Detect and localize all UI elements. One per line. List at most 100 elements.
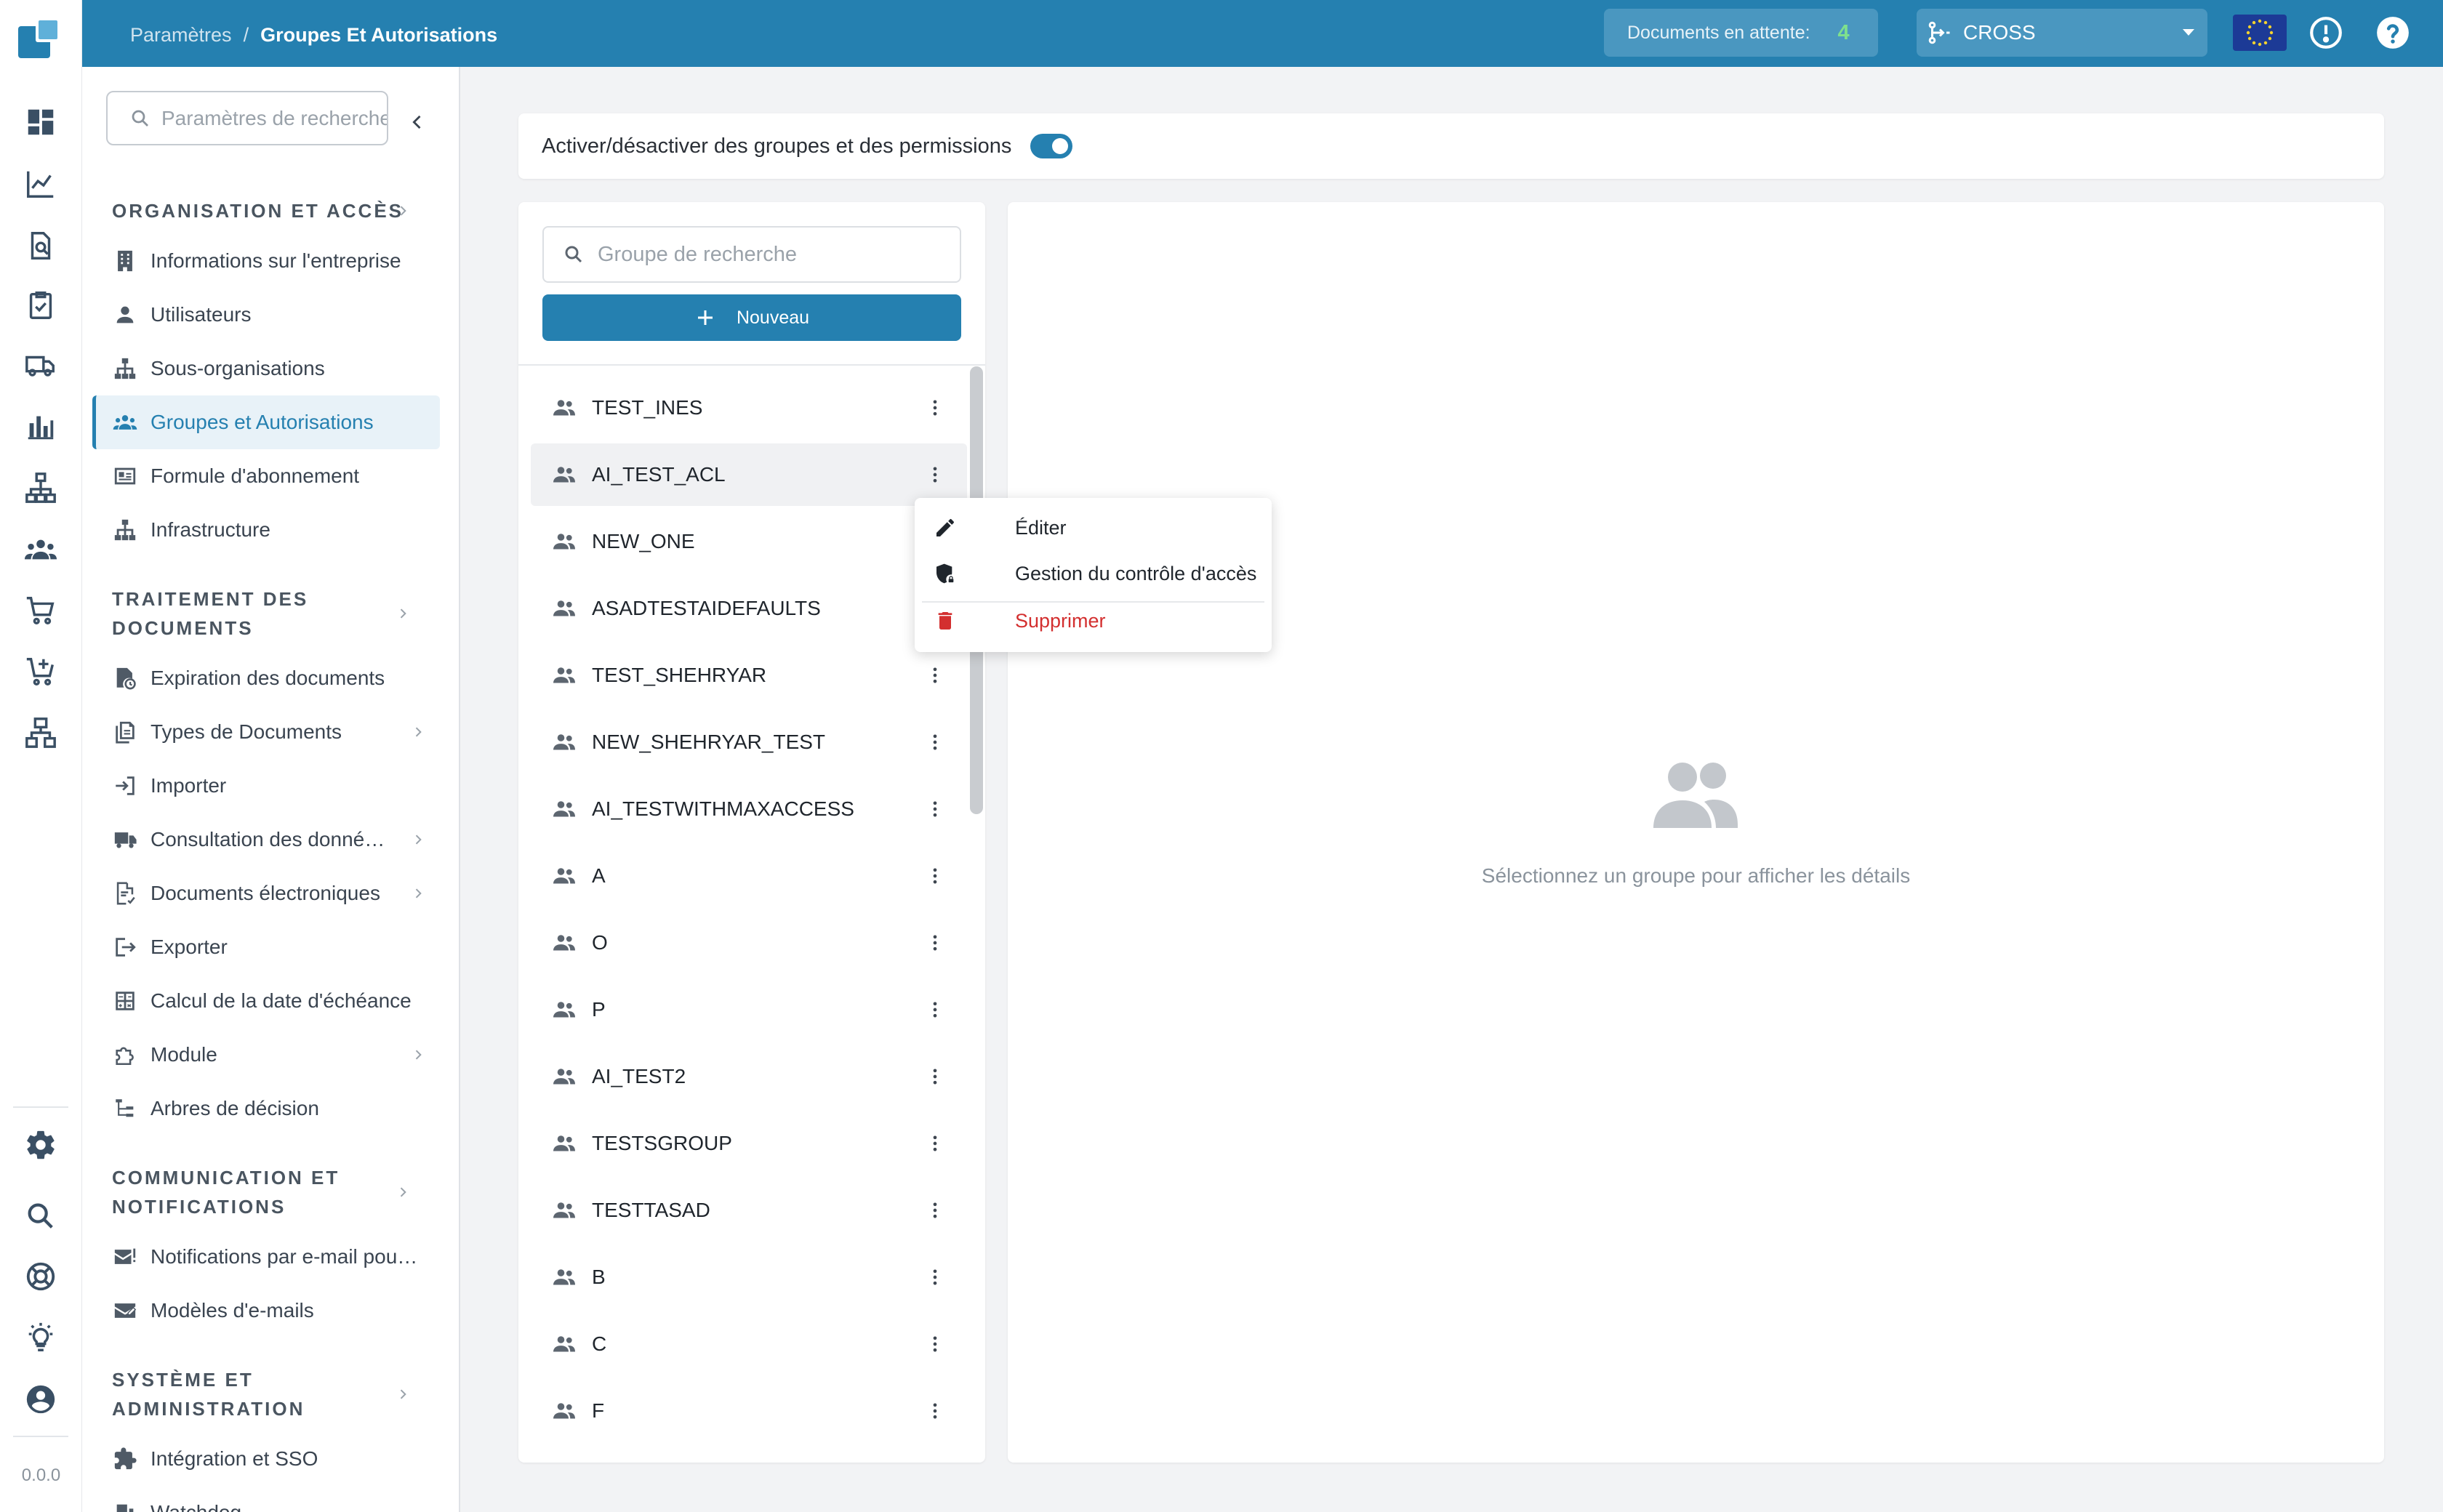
new-group-button[interactable]: Nouveau xyxy=(542,294,961,341)
groups-permissions-toggle[interactable] xyxy=(1030,134,1073,158)
tenant-select[interactable]: CROSS xyxy=(1917,9,2207,57)
more-vertical-icon[interactable] xyxy=(925,1401,945,1421)
dashboard-icon[interactable] xyxy=(20,102,61,142)
group-row[interactable]: B xyxy=(531,1246,967,1308)
nav-item-groups-permissions[interactable]: Groupes et Autorisations xyxy=(92,395,440,449)
more-vertical-icon[interactable] xyxy=(925,1334,945,1354)
group-icon xyxy=(553,1336,575,1352)
more-vertical-icon[interactable] xyxy=(925,799,945,819)
group-row[interactable]: AI_TESTWITHMAXACCESS xyxy=(531,778,967,840)
account-icon[interactable] xyxy=(20,1379,61,1420)
pending-documents-badge[interactable]: Documents en attente: 4 xyxy=(1604,9,1878,57)
import-icon xyxy=(116,776,135,795)
nav-item-import[interactable]: Importer xyxy=(92,759,440,813)
group-row[interactable]: F xyxy=(531,1380,967,1442)
app-logo[interactable] xyxy=(18,16,63,61)
nav-item-label: Sous-organisations xyxy=(151,357,325,379)
group-row[interactable]: ASADTESTAIDEFAULTS xyxy=(531,577,967,640)
more-vertical-icon[interactable] xyxy=(925,732,945,752)
search-icon[interactable] xyxy=(20,1196,61,1236)
search-icon xyxy=(565,246,582,263)
network-icon[interactable] xyxy=(20,712,61,753)
calculator-icon xyxy=(116,992,135,1010)
nav-item-email-notifications[interactable]: Notifications par e-mail pou… xyxy=(92,1230,440,1284)
nav-item-infrastructure[interactable]: Infrastructure xyxy=(92,503,440,557)
nav-item-export[interactable]: Exporter xyxy=(92,920,440,974)
nav-item-company-info[interactable]: Informations sur l'entreprise xyxy=(92,234,440,288)
eu-flag-icon[interactable] xyxy=(2233,15,2287,51)
more-vertical-icon[interactable] xyxy=(925,1267,945,1287)
group-row[interactable]: TEST_SHEHRYAR xyxy=(531,644,967,707)
nav-item-module[interactable]: Module xyxy=(92,1028,440,1082)
nav-item-watchdog[interactable]: Watchdog xyxy=(92,1486,440,1512)
chevron-down-icon xyxy=(2183,29,2194,36)
section-document-processing[interactable]: TRAITEMENT DES DOCUMENTS xyxy=(112,584,417,643)
nav-item-data-consultation[interactable]: Consultation des donné… xyxy=(92,813,440,866)
more-vertical-icon[interactable] xyxy=(925,1200,945,1221)
people-icon[interactable] xyxy=(20,529,61,570)
nav-item-users[interactable]: Utilisateurs xyxy=(92,288,440,342)
nav-item-sub-organisations[interactable]: Sous-organisations xyxy=(92,342,440,395)
group-row[interactable]: TEST_INES xyxy=(531,377,967,439)
lifebuoy-icon[interactable] xyxy=(20,1256,61,1297)
group-row[interactable]: AI_TEST_ACL xyxy=(531,443,967,506)
nav-item-label: Module xyxy=(151,1043,217,1066)
nav-item-document-types[interactable]: Types de Documents xyxy=(92,705,440,759)
more-vertical-icon[interactable] xyxy=(925,1066,945,1087)
more-vertical-icon[interactable] xyxy=(925,665,945,685)
nav-item-label: Infrastructure xyxy=(151,518,270,541)
nav-item-email-templates[interactable]: Modèles d'e-mails xyxy=(92,1284,440,1338)
group-row[interactable]: NEW_SHEHRYAR_TEST xyxy=(531,711,967,773)
more-vertical-icon[interactable] xyxy=(925,866,945,886)
line-chart-icon[interactable] xyxy=(20,164,61,204)
document-search-icon[interactable] xyxy=(20,225,61,266)
lightbulb-icon[interactable] xyxy=(20,1317,61,1358)
group-row[interactable]: O xyxy=(531,912,967,974)
group-row[interactable]: C xyxy=(531,1313,967,1375)
menu-item-edit[interactable]: Éditer xyxy=(915,504,1272,551)
nav-item-label: Calcul de la date d'échéance xyxy=(151,989,412,1012)
cart-icon[interactable] xyxy=(20,590,61,631)
nav-item-electronic-documents[interactable]: Documents électroniques xyxy=(92,866,440,920)
truck-icon xyxy=(114,832,137,848)
export-icon xyxy=(116,938,136,957)
section-communication-notifications[interactable]: COMMUNICATION ET NOTIFICATIONS xyxy=(112,1163,417,1221)
more-vertical-icon[interactable] xyxy=(925,933,945,953)
nav-item-document-expiry[interactable]: Expiration des documents xyxy=(92,651,440,705)
help-icon[interactable] xyxy=(2375,15,2411,51)
group-row[interactable]: P xyxy=(531,978,967,1041)
rail-divider xyxy=(13,1436,68,1437)
truck-icon[interactable] xyxy=(20,345,61,386)
group-name: TESTSGROUP xyxy=(592,1132,732,1154)
more-vertical-icon[interactable] xyxy=(925,1000,945,1020)
settings-icon[interactable] xyxy=(20,1125,61,1165)
group-row[interactable]: TESTSGROUP xyxy=(531,1112,967,1175)
group-search-input[interactable]: Groupe de recherche xyxy=(542,226,961,283)
more-vertical-icon[interactable] xyxy=(925,398,945,418)
eu-stars xyxy=(2246,19,2274,47)
pending-documents-count: 4 xyxy=(1837,20,1850,44)
section-system-administration[interactable]: SYSTÈME ET ADMINISTRATION xyxy=(112,1365,417,1423)
more-vertical-icon[interactable] xyxy=(925,465,945,485)
group-row[interactable]: AI_TEST2 xyxy=(531,1045,967,1108)
group-row[interactable]: TESTTASAD xyxy=(531,1179,967,1242)
hierarchy-icon[interactable] xyxy=(20,467,61,508)
group-icon xyxy=(553,1202,575,1218)
nav-item-integration-sso[interactable]: Intégration et SSO xyxy=(92,1432,440,1486)
cart-add-icon[interactable] xyxy=(20,651,61,692)
bar-chart-icon[interactable] xyxy=(20,406,61,446)
chevron-left-icon[interactable] xyxy=(407,112,428,132)
nav-item-due-date-calculation[interactable]: Calcul de la date d'échéance xyxy=(92,974,440,1028)
menu-item-access-control[interactable]: Gestion du contrôle d'accès xyxy=(915,550,1272,597)
section-organisation-access[interactable]: ORGANISATION ET ACCÈS xyxy=(112,196,417,225)
breadcrumb-parent[interactable]: Paramètres xyxy=(130,24,232,47)
group-row[interactable]: NEW_ONE xyxy=(531,510,967,573)
settings-search-input[interactable]: Paramètres de recherche xyxy=(106,91,388,145)
group-row[interactable]: A xyxy=(531,845,967,907)
nav-item-decision-trees[interactable]: Arbres de décision xyxy=(92,1082,440,1135)
menu-item-delete[interactable]: Supprimer xyxy=(915,598,1272,644)
alert-circle-icon[interactable] xyxy=(2308,15,2344,51)
more-vertical-icon[interactable] xyxy=(925,1133,945,1154)
checklist-icon[interactable] xyxy=(20,285,61,326)
nav-item-subscription[interactable]: Formule d'abonnement xyxy=(92,449,440,503)
